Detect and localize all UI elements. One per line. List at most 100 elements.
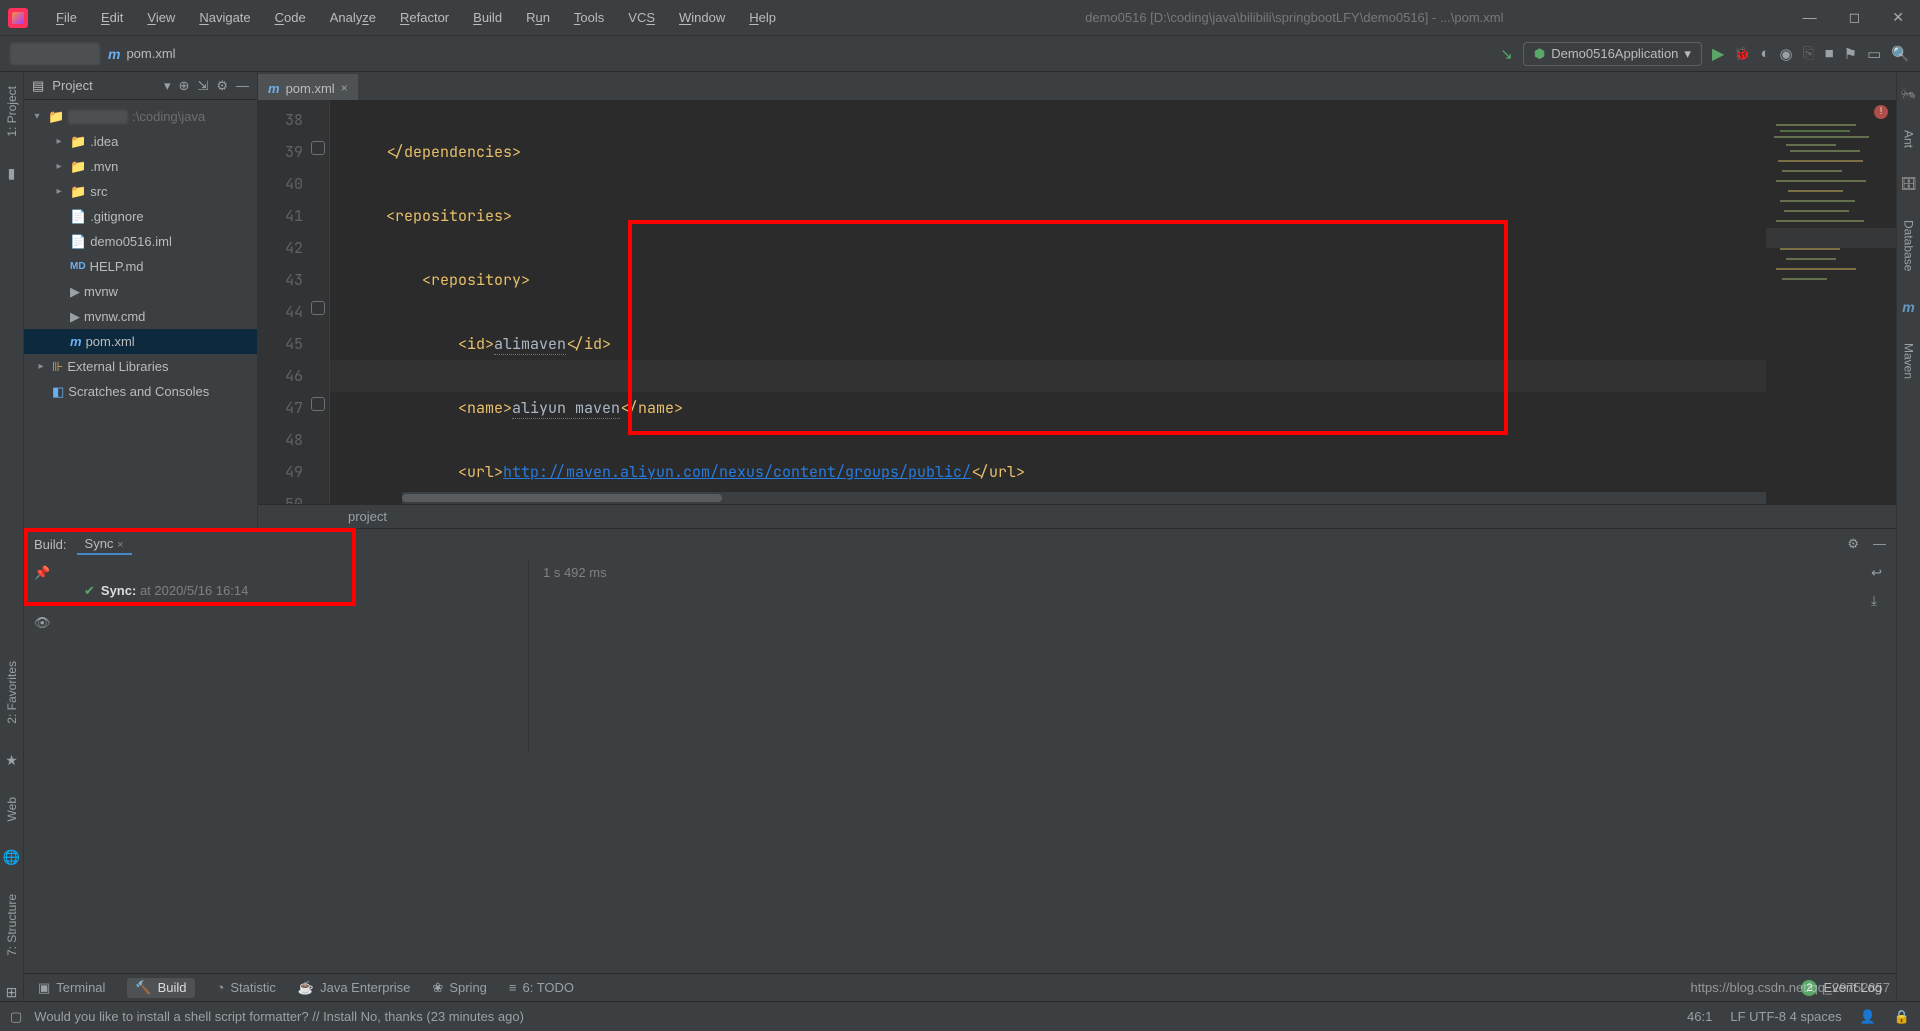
editor-tab-pom[interactable]: m pom.xml ×: [258, 74, 358, 100]
menu-run[interactable]: Run: [516, 6, 560, 29]
tree-item-src[interactable]: src: [90, 179, 107, 204]
search-everywhere-button[interactable]: 🔍: [1891, 45, 1910, 63]
lock-icon[interactable]: 🔒: [1894, 1009, 1910, 1025]
editor-tabs: m pom.xml ×: [258, 72, 1896, 100]
file-encoding[interactable]: LF UTF-8 4 spaces: [1730, 1009, 1841, 1024]
build-hammer-icon[interactable]: ↘: [1500, 45, 1513, 63]
build-tool-window: Build: Sync × ⚙ — 📌 ✔Sync: at 2020/5/16 …: [24, 528, 1896, 753]
project-view-dropdown[interactable]: ▾: [164, 78, 171, 94]
maven-file-icon: m: [108, 46, 120, 62]
project-root-path: :\coding\java: [132, 104, 205, 129]
debug-button[interactable]: 🐞: [1734, 46, 1750, 62]
navigation-bar: m pom.xml ↘ ⬢ Demo0516Application ▾ ▶ 🐞 …: [0, 36, 1920, 72]
left-tool-strip: 1: Project ▮ 2: Favorites ★ Web 🌐 7: Str…: [0, 72, 24, 1001]
tree-item-gitignore[interactable]: .gitignore: [90, 204, 143, 229]
tree-item-mvnw[interactable]: mvnw: [84, 279, 118, 304]
gear-icon[interactable]: ⚙: [1847, 536, 1859, 552]
fold-marker[interactable]: [311, 397, 325, 411]
menu-help[interactable]: Help: [739, 6, 786, 29]
tool-statistic[interactable]: ◔ Statistic: [217, 980, 276, 995]
fold-marker[interactable]: [311, 301, 325, 315]
error-stripe-icon[interactable]: !: [1874, 105, 1888, 119]
targets-button[interactable]: ▭: [1867, 45, 1881, 63]
menu-view[interactable]: View: [137, 6, 185, 29]
tool-spring[interactable]: ❀ Spring: [432, 980, 486, 996]
menu-edit[interactable]: Edit: [91, 6, 133, 29]
build-output[interactable]: 1 s 492 ms ↩ ⤓: [529, 559, 1896, 753]
caret-position[interactable]: 46:1: [1687, 1009, 1712, 1024]
tool-java-enterprise[interactable]: ☕ Java Enterprise: [298, 980, 411, 996]
tool-event-log[interactable]: Event Log: [1823, 980, 1882, 995]
tool-web[interactable]: Web: [5, 797, 19, 821]
tree-item-external-libs[interactable]: External Libraries: [67, 354, 168, 379]
menu-code[interactable]: Code: [265, 6, 316, 29]
tool-project[interactable]: 1: Project: [5, 86, 19, 137]
menu-window[interactable]: Window: [669, 6, 735, 29]
breadcrumb-file[interactable]: pom.xml: [126, 46, 175, 61]
code-editor[interactable]: </dependencies> <repositories> <reposito…: [330, 100, 1896, 504]
editor-gutter[interactable]: 38 39 40 41 42 43 44 45 46 47 48 49 50: [258, 100, 330, 504]
bookmarks-icon[interactable]: ▮: [8, 165, 16, 182]
menu-file[interactable]: File: [46, 6, 87, 29]
show-icon[interactable]: 👁: [34, 615, 64, 631]
tool-build[interactable]: 🔨 Build: [127, 978, 194, 998]
breadcrumb-project[interactable]: [10, 43, 100, 65]
run-config-icon: ⬢: [1534, 46, 1545, 62]
maximize-button[interactable]: ◻: [1849, 9, 1861, 26]
expand-all-icon[interactable]: ⇲: [197, 78, 208, 94]
build-tree[interactable]: 📌 ✔Sync: at 2020/5/16 16:14 👁: [24, 559, 529, 753]
sync-timestamp: at 2020/5/16 16:14: [140, 583, 248, 598]
menu-build[interactable]: Build: [463, 6, 512, 29]
menu-vcs[interactable]: VCS: [618, 6, 665, 29]
hide-button[interactable]: —: [236, 78, 249, 93]
gear-icon[interactable]: ⚙: [216, 78, 228, 94]
status-bar: ▢ Would you like to install a shell scri…: [0, 1001, 1920, 1031]
tool-todo[interactable]: ≡ 6: TODO: [509, 980, 574, 995]
soft-wrap-icon[interactable]: ↩: [1871, 565, 1882, 581]
horizontal-scrollbar[interactable]: [402, 492, 1766, 504]
tool-ant[interactable]: Ant: [1902, 130, 1916, 148]
run-button[interactable]: ▶: [1712, 44, 1724, 64]
tree-item-pom[interactable]: pom.xml: [86, 329, 135, 354]
close-tab-icon[interactable]: ×: [341, 81, 348, 95]
menu-analyze[interactable]: Analyze: [320, 6, 386, 29]
update-button[interactable]: ⚑: [1844, 45, 1857, 63]
tree-item-idea[interactable]: .idea: [90, 129, 118, 154]
hide-button[interactable]: —: [1873, 536, 1886, 552]
database-icon: 🗄: [1900, 176, 1917, 192]
project-tree[interactable]: ▾📁:\coding\java ▸📁.idea ▸📁.mvn ▸📁src 📄.g…: [24, 100, 257, 408]
tool-window-quick-access-icon[interactable]: ▢: [10, 1009, 22, 1025]
tree-item-mvnwcmd[interactable]: mvnw.cmd: [84, 304, 145, 329]
minimize-button[interactable]: —: [1803, 9, 1817, 26]
tool-database[interactable]: Database: [1902, 220, 1916, 271]
build-tab-sync[interactable]: Sync ×: [77, 534, 132, 555]
tree-item-iml[interactable]: demo0516.iml: [90, 229, 172, 254]
menu-tools[interactable]: Tools: [564, 6, 614, 29]
inspection-icon[interactable]: 👤: [1860, 1009, 1876, 1025]
profile-button[interactable]: ◉: [1780, 45, 1793, 63]
select-opened-file-icon[interactable]: ⊕: [179, 78, 190, 94]
tool-maven[interactable]: Maven: [1902, 343, 1916, 379]
attach-button[interactable]: ⎘: [1803, 45, 1815, 62]
run-config-selector[interactable]: ⬢ Demo0516Application ▾: [1523, 42, 1702, 66]
status-message[interactable]: Would you like to install a shell script…: [34, 1009, 524, 1024]
tool-structure[interactable]: 7: Structure: [5, 894, 19, 956]
run-config-name: Demo0516Application: [1551, 46, 1678, 61]
editor-breadcrumb[interactable]: project: [258, 504, 1896, 528]
close-tab-icon[interactable]: ×: [117, 539, 123, 551]
menu-navigate[interactable]: Navigate: [189, 6, 260, 29]
editor-minimap[interactable]: !: [1766, 100, 1896, 504]
coverage-button[interactable]: ◐: [1760, 45, 1769, 62]
chevron-down-icon: ▾: [1684, 46, 1691, 62]
tree-item-help[interactable]: HELP.md: [90, 254, 144, 279]
scroll-to-end-icon[interactable]: ⤓: [1871, 593, 1882, 609]
stop-button[interactable]: ■: [1825, 45, 1834, 62]
tool-favorites[interactable]: 2: Favorites: [5, 661, 19, 724]
menu-refactor[interactable]: Refactor: [390, 6, 459, 29]
tool-terminal[interactable]: ▣ Terminal: [38, 980, 105, 996]
close-button[interactable]: ✕: [1892, 9, 1904, 26]
pin-icon[interactable]: 📌: [34, 565, 64, 581]
tree-item-mvn[interactable]: .mvn: [90, 154, 118, 179]
fold-marker[interactable]: [311, 141, 325, 155]
tree-item-scratches[interactable]: Scratches and Consoles: [68, 379, 209, 404]
